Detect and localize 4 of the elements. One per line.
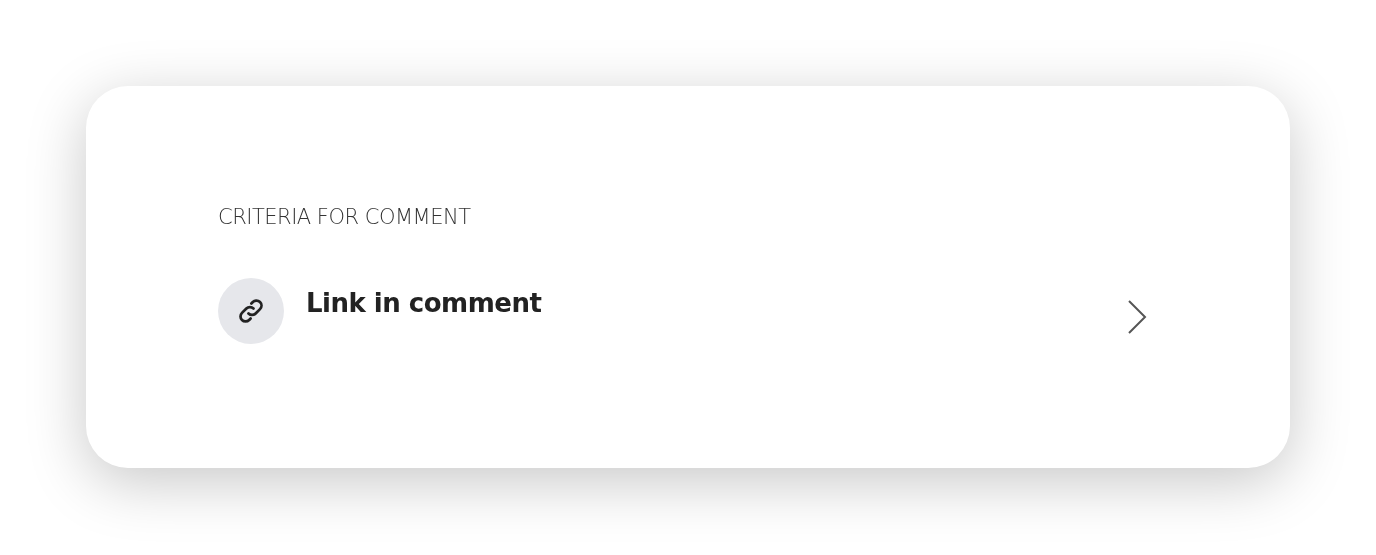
criteria-item[interactable]: Link in comment [218, 278, 1158, 344]
section-heading: CRITERIA FOR COMMENT [218, 204, 472, 230]
item-label: Link in comment [306, 288, 543, 318]
chevron-right-icon [1126, 299, 1148, 335]
